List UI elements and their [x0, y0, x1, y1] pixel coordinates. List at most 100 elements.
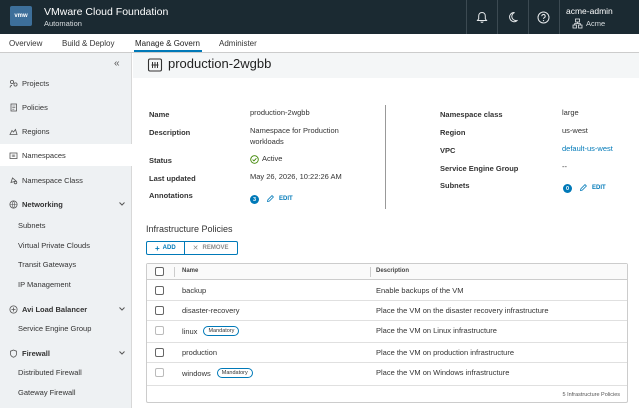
last-updated-value: May 26, 2026, 10:22:26 AM	[250, 172, 342, 181]
sidebar-item-label: Policies	[22, 102, 48, 112]
main-content: production-2wgbb Name production-2wgbb D…	[133, 53, 639, 408]
moon-icon[interactable]	[505, 9, 521, 25]
sidebar-item-label: Namespaces	[22, 150, 66, 160]
main-tabs: Overview Build & Deploy Manage & Govern …	[0, 34, 639, 53]
datagrid-footer: 5 Infrastructure Policies	[147, 388, 627, 403]
header-divider	[466, 0, 467, 34]
remove-label: REMOVE	[202, 245, 229, 251]
table-row[interactable]: linux Mandatory Place the VM on Linux inf…	[147, 321, 627, 343]
annotations-edit-button[interactable]: EDIT	[266, 194, 293, 203]
table-row[interactable]: windows Mandatory Place the VM on Windows…	[147, 363, 627, 386]
vmware-logo[interactable]: vmw	[10, 6, 32, 26]
organization-icon	[572, 18, 583, 29]
row-checkbox-disabled	[155, 368, 164, 377]
table-row[interactable]: production Place the VM on production in…	[147, 343, 627, 363]
policies-count: 5 Infrastructure Policies	[562, 392, 620, 398]
sidebar-group-label: Networking	[22, 199, 63, 209]
sidebar-item-projects[interactable]: Projects	[0, 72, 132, 94]
networking-icon	[8, 199, 18, 209]
close-icon: ✕	[192, 245, 199, 252]
namespaces-icon	[8, 150, 18, 160]
annotations-count-badge: 3	[250, 195, 259, 204]
sidebar-item-regions[interactable]: Regions	[0, 120, 132, 142]
collapse-sidebar-icon[interactable]: «	[114, 58, 120, 69]
details-divider	[385, 105, 386, 209]
policy-description: Place the VM on Windows infrastructure	[376, 368, 510, 377]
user-menu[interactable]: acme-admin	[566, 6, 613, 16]
column-header-name[interactable]: Name	[182, 268, 198, 274]
vpc-label: VPC	[440, 146, 456, 155]
datagrid-header: Name Description	[147, 264, 627, 280]
header-divider	[497, 0, 498, 34]
chevron-down-icon	[119, 351, 125, 355]
description-label: Description	[149, 128, 191, 137]
bell-icon[interactable]	[474, 9, 490, 25]
service-engine-group-label: Service Engine Group	[440, 164, 519, 173]
sidebar-item-policies[interactable]: Policies	[0, 96, 132, 118]
policies-datagrid: Name Description backup Enable backups o…	[146, 263, 628, 403]
status-label: Status	[149, 156, 172, 165]
remove-policy-button[interactable]: ✕ REMOVE	[185, 242, 237, 254]
namespace-icon	[147, 58, 163, 72]
row-checkbox[interactable]	[155, 286, 164, 295]
select-all-checkbox[interactable]	[155, 267, 164, 276]
sidebar-group-firewall[interactable]: Firewall	[0, 342, 132, 364]
policy-description: Place the VM on Linux infrastructure	[376, 326, 497, 335]
sidebar-item-virtual-private-clouds[interactable]: Virtual Private Clouds	[18, 241, 90, 250]
policy-name: windows Mandatory	[182, 368, 253, 378]
policy-name: linux Mandatory	[182, 326, 240, 336]
tab-overview[interactable]: Overview	[9, 39, 42, 48]
sidebar-item-namespaces[interactable]: Namespaces	[0, 144, 132, 166]
tab-manage-govern[interactable]: Manage & Govern	[135, 39, 200, 48]
policy-name-text: disaster-recovery	[182, 306, 240, 315]
check-circle-icon	[250, 155, 259, 164]
policy-name: disaster-recovery	[182, 306, 240, 315]
app-title: VMware Cloud Foundation	[44, 6, 169, 18]
infrastructure-policies-title: Infrastructure Policies	[146, 224, 233, 234]
policy-name: production	[182, 348, 217, 357]
table-row[interactable]: backup Enable backups of the VM	[147, 281, 627, 301]
row-checkbox[interactable]	[155, 306, 164, 315]
add-policy-button[interactable]: + ADD	[147, 242, 185, 254]
app-header: vmw VMware Cloud Foundation Automation a…	[0, 0, 639, 34]
projects-icon	[8, 78, 18, 88]
column-header-description[interactable]: Description	[376, 268, 409, 274]
policy-name: backup	[182, 286, 206, 295]
sidebar-group-networking[interactable]: Networking	[0, 193, 132, 215]
sidebar-group-avi-load-balancer[interactable]: Avi Load Balancer	[0, 298, 132, 320]
regions-icon	[8, 126, 18, 136]
sidebar-group-label: Avi Load Balancer	[22, 304, 88, 314]
add-label: ADD	[162, 245, 176, 251]
namespace-class-value: large	[562, 108, 579, 117]
policies-icon	[8, 102, 18, 112]
edit-label: EDIT	[592, 184, 606, 191]
header-divider	[528, 0, 529, 34]
sidebar-item-namespace-class[interactable]: Namespace Class	[0, 169, 132, 191]
tab-build-deploy[interactable]: Build & Deploy	[62, 39, 114, 48]
status-value: Active	[262, 154, 283, 163]
sidebar-item-distributed-firewall[interactable]: Distributed Firewall	[18, 368, 82, 377]
sidebar-item-ip-management[interactable]: IP Management	[18, 280, 71, 289]
header-divider	[559, 0, 560, 34]
last-updated-label: Last updated	[149, 174, 196, 183]
mandatory-badge: Mandatory	[203, 326, 240, 336]
policy-description: Enable backups of the VM	[376, 286, 464, 295]
row-checkbox[interactable]	[155, 348, 164, 357]
sidebar-item-gateway-firewall[interactable]: Gateway Firewall	[18, 388, 76, 397]
sidebar: « Projects Policies Regions Namespaces N…	[0, 53, 132, 408]
vpc-link[interactable]: default-us-west	[562, 144, 613, 154]
sidebar-item-service-engine-group[interactable]: Service Engine Group	[18, 324, 91, 333]
tab-administer[interactable]: Administer	[219, 39, 257, 48]
sidebar-group-label: Firewall	[22, 348, 50, 358]
subnets-count-badge: 0	[563, 184, 572, 193]
subnets-edit-button[interactable]: EDIT	[579, 183, 606, 192]
sidebar-item-transit-gateways[interactable]: Transit Gateways	[18, 260, 76, 269]
sidebar-item-subnets[interactable]: Subnets	[18, 221, 46, 230]
table-row[interactable]: disaster-recovery Place the VM on the di…	[147, 301, 627, 321]
namespace-class-label: Namespace class	[440, 110, 503, 119]
column-separator	[174, 267, 175, 277]
sidebar-item-label: Regions	[22, 126, 50, 136]
pencil-icon	[266, 195, 274, 203]
policy-name-text: linux	[182, 326, 198, 336]
help-icon[interactable]	[535, 9, 551, 25]
